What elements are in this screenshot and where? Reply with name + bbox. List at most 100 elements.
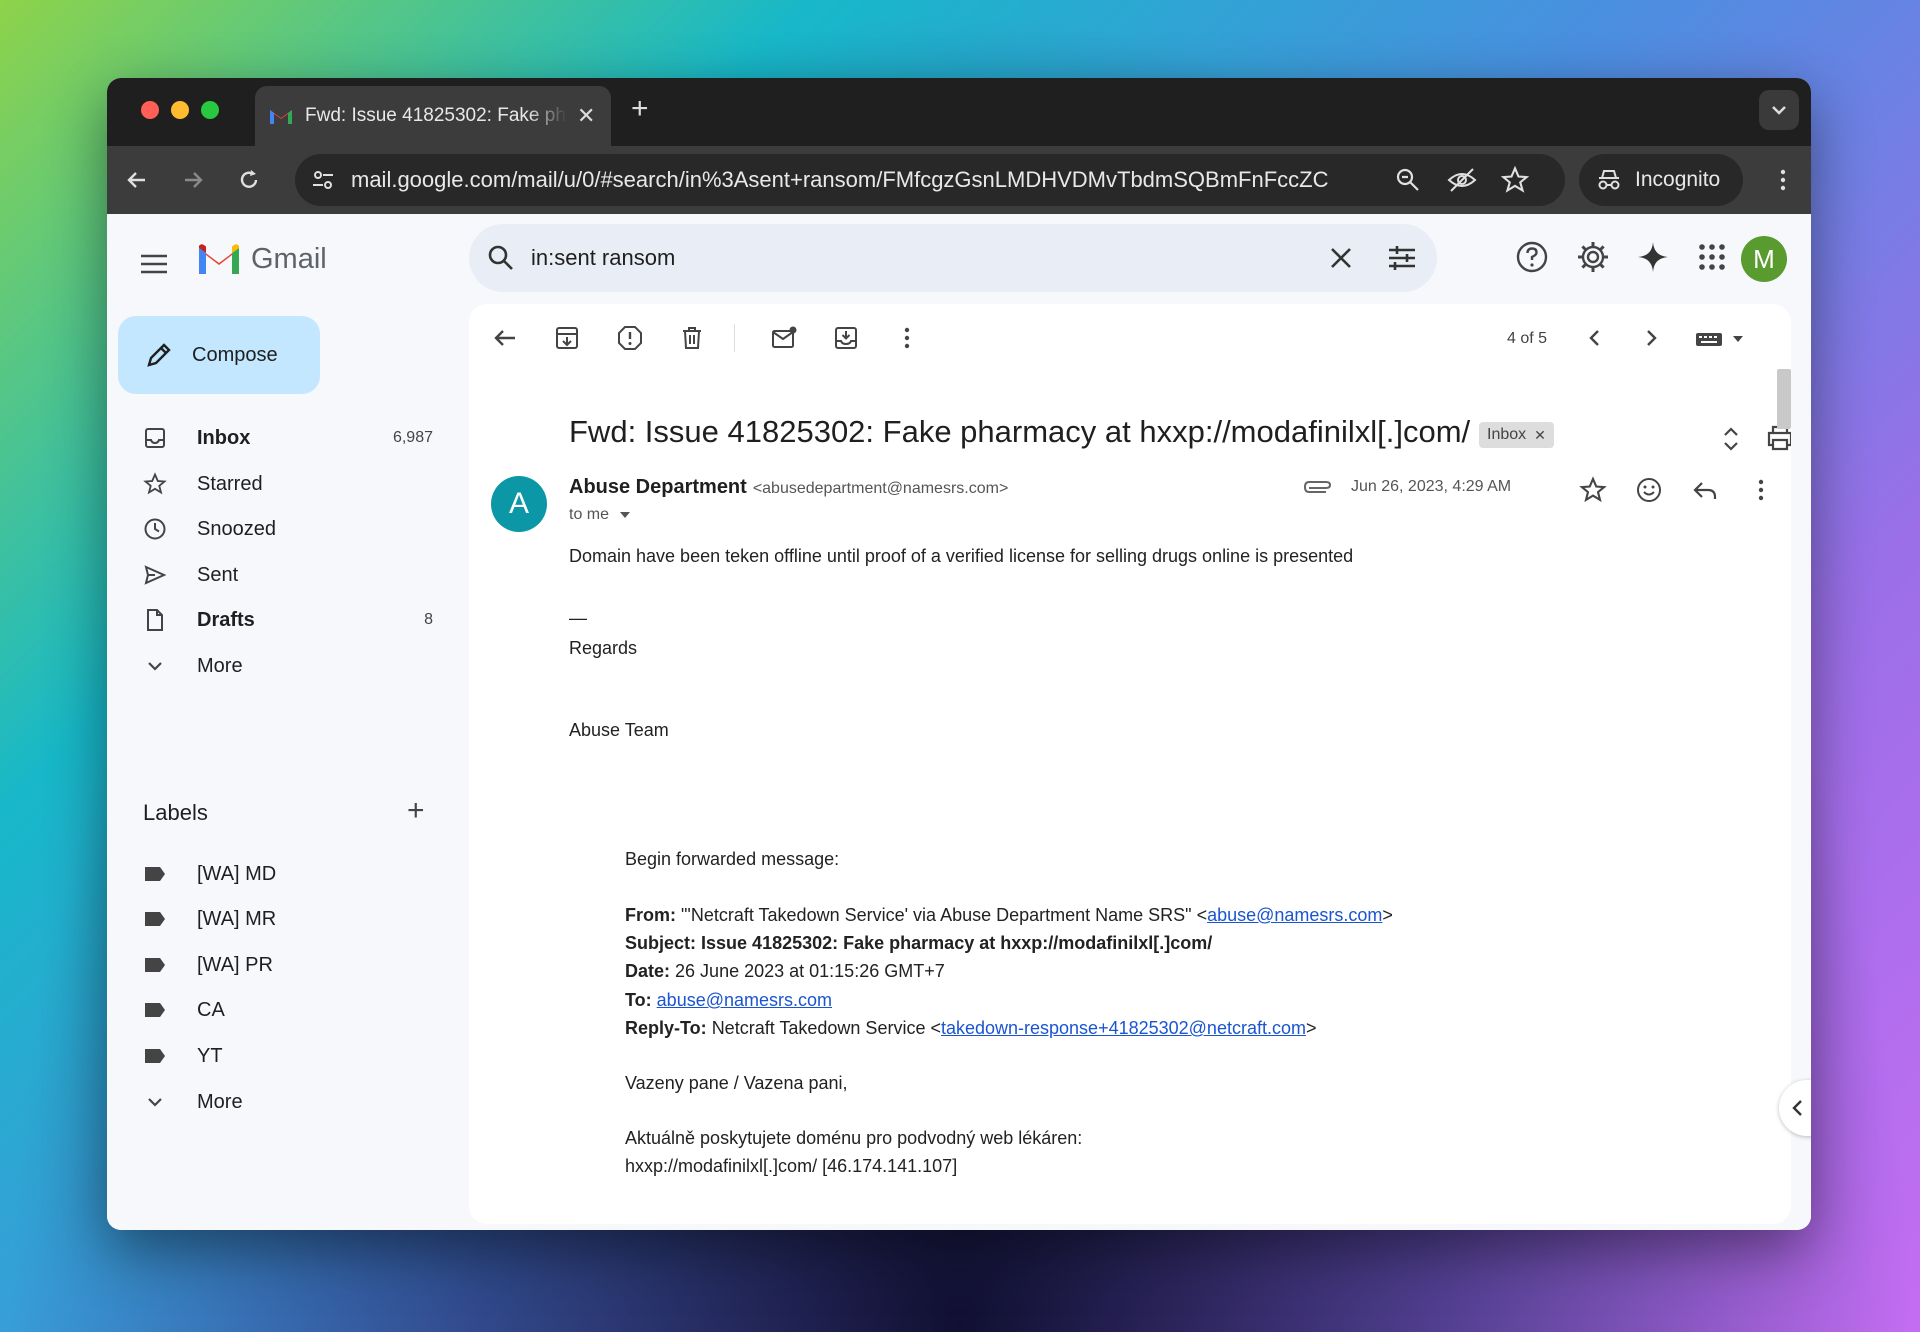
tab-close-icon[interactable]: ✕ [577,103,595,129]
sidebar-item-more[interactable]: More [107,646,447,686]
help-icon[interactable] [1515,240,1549,274]
back-to-list-icon[interactable] [491,324,519,352]
message-view: 4 of 5 Fwd: Issue 41825302: Fake pharmac… [469,304,1791,1224]
add-label-icon[interactable]: + [407,794,425,828]
email-subject: Fwd: Issue 41825302: Fake pharmacy at hx… [569,414,1471,449]
zoom-window-button[interactable] [201,101,219,119]
expand-all-icon[interactable] [1719,424,1743,454]
star-icon[interactable] [1579,476,1607,504]
search-options-icon[interactable] [1387,243,1417,273]
sidebar-labels-more[interactable]: More [107,1082,447,1122]
sidebar-item-inbox[interactable]: Inbox 6,987 [107,418,447,458]
sidebar-item-snoozed[interactable]: Snoozed [107,509,447,549]
tab-search-button[interactable] [1759,90,1799,130]
mark-unread-icon[interactable] [770,324,798,352]
sidebar-label-wa-md[interactable]: [WA] MD [107,854,447,894]
reply-icon[interactable] [1691,476,1719,504]
more-actions-icon[interactable] [893,324,921,352]
chevron-down-icon [148,662,162,671]
input-tools-keyboard-icon[interactable] [1695,328,1749,350]
sidebar-label-wa-pr[interactable]: [WA] PR [107,945,447,985]
search-bar[interactable]: in:sent ransom [469,224,1437,292]
remove-label-icon[interactable]: ✕ [1534,427,1546,444]
account-avatar[interactable]: M [1741,236,1787,282]
inbox-icon [145,428,165,448]
gmail-app: Gmail Compose Inbox 6,987 Starred Snooze… [107,214,1811,1230]
from-email-link[interactable]: abuse@namesrs.com [1207,905,1382,925]
zoom-icon[interactable] [1395,167,1421,193]
sidebar-label-yt[interactable]: YT [107,1036,447,1076]
eye-slash-icon[interactable] [1447,167,1477,193]
delete-trash-icon[interactable] [678,324,706,352]
sidebar-item-label: Inbox [197,426,251,449]
attachment-paperclip-icon [1303,481,1332,493]
gmail-logo[interactable]: Gmail [197,242,327,276]
draft-count: 8 [424,611,433,628]
back-arrow-icon[interactable] [123,166,151,194]
message-more-icon[interactable] [1747,476,1775,504]
labels-heading: Labels [143,800,208,825]
recipient-details[interactable]: to me [569,506,631,524]
sidebar-item-label: Starred [197,472,263,495]
gmail-logo-icon [199,244,239,274]
minimize-window-button[interactable] [171,101,189,119]
forward-arrow-icon[interactable] [179,166,207,194]
sender-email: <abusedepartment@namesrs.com> [752,480,1009,497]
search-icon[interactable] [487,244,515,272]
toolbar-divider [734,324,735,352]
gemini-sparkle-icon[interactable] [1636,240,1670,274]
label-tag-icon [145,867,165,881]
site-info-icon[interactable] [309,166,337,194]
newer-chevron-left-icon[interactable] [1581,324,1609,352]
label-name: [WA] PR [197,953,273,976]
close-window-button[interactable] [141,101,159,119]
bookmark-star-icon[interactable] [1501,166,1529,194]
signature-team: Abuse Team [569,720,669,740]
sidebar-item-starred[interactable]: Starred [107,464,447,504]
sidebar-item-label: Sent [197,563,239,586]
tab-title: Fwd: Issue 41825302: Fake pharmacy [305,105,567,126]
browser-menu-icon[interactable] [1769,166,1797,194]
reload-icon[interactable] [235,166,263,194]
sidebar-item-drafts[interactable]: Drafts 8 [107,600,447,640]
date-label: Date: [625,961,671,981]
incognito-label: Incognito [1635,168,1721,191]
clear-search-icon[interactable] [1329,246,1353,270]
chevron-left-icon [1792,1100,1802,1116]
sidebar-label-ca[interactable]: CA [107,990,447,1030]
move-to-icon[interactable] [832,324,860,352]
forward-to: To: abuse@namesrs.com [625,990,832,1011]
gear-icon[interactable] [1576,240,1610,274]
star-icon [143,472,167,495]
inbox-label-chip[interactable]: Inbox ✕ [1479,422,1554,448]
to-email-link[interactable]: abuse@namesrs.com [657,990,832,1010]
apps-grid-icon[interactable] [1695,240,1729,274]
sidebar-item-sent[interactable]: Sent [107,555,447,595]
search-input[interactable]: in:sent ransom [531,245,675,271]
archive-icon[interactable] [553,324,581,352]
report-spam-icon[interactable] [616,324,644,352]
gmail-favicon-icon [270,110,292,124]
sidebar-label-wa-mr[interactable]: [WA] MR [107,899,447,939]
forward-reply-to: Reply-To: Netcraft Takedown Service <tak… [625,1018,1317,1039]
subject-value: Issue 41825302: Fake pharmacy at hxxp://… [701,933,1213,953]
caret-down-icon[interactable] [619,511,631,519]
new-tab-icon[interactable]: + [631,92,649,126]
emoji-react-icon[interactable] [1635,476,1663,504]
reply-to-email-link[interactable]: takedown-response+41825302@netcraft.com [941,1018,1306,1038]
send-icon [144,565,167,585]
browser-tab[interactable]: Fwd: Issue 41825302: Fake pharmacy ✕ [255,86,611,146]
older-chevron-right-icon[interactable] [1637,324,1665,352]
sender-avatar[interactable]: A [491,476,547,532]
compose-button[interactable]: Compose [118,316,320,394]
forward-intro: Begin forwarded message: [625,849,840,869]
browser-window: Fwd: Issue 41825302: Fake pharmacy ✕ + m… [107,78,1811,1230]
incognito-indicator[interactable]: Incognito [1579,154,1743,206]
incognito-icon [1598,170,1620,190]
pencil-icon [147,343,171,367]
sender-name[interactable]: Abuse Department <abusedepartment@namesrs… [569,476,1008,499]
scrollbar-thumb[interactable] [1777,369,1791,429]
main-menu-icon[interactable] [139,252,169,276]
address-bar[interactable]: mail.google.com/mail/u/0/#search/in%3Ase… [295,154,1565,206]
forward-paragraph: hxxp://modafinilxl[.]com/ [46.174.141.10… [625,1156,958,1176]
